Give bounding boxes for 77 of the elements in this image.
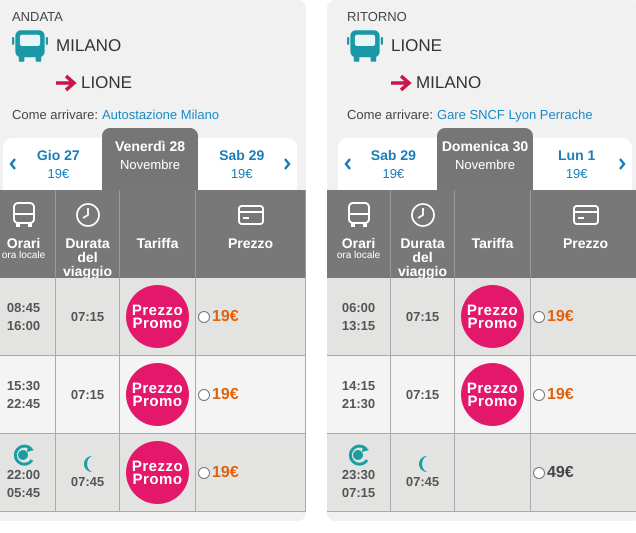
price-radio[interactable] xyxy=(533,388,545,400)
bus-icon xyxy=(12,28,48,64)
column-label: Orari xyxy=(342,236,376,250)
duration: 07:15 xyxy=(70,308,104,326)
promo-badge: Prezzo Promo xyxy=(461,363,524,426)
price-radio[interactable] xyxy=(198,310,210,322)
price: 19€ xyxy=(547,308,574,326)
promo-badge: Prezzo Promo xyxy=(461,285,524,348)
date-tab[interactable]: Venerdì 28 Novembre xyxy=(102,128,198,190)
directions-label: Come arrivare: xyxy=(347,107,433,122)
chevron-left-icon xyxy=(344,158,352,170)
column-label: Orari xyxy=(6,236,40,250)
price-radio[interactable] xyxy=(533,466,545,478)
arrival-time: 22:45 xyxy=(6,394,40,412)
duration: 07:15 xyxy=(406,308,440,326)
column-label: Durata del viaggio xyxy=(396,236,448,278)
arrow-icon xyxy=(390,74,412,92)
promo-badge: Prezzo Promo xyxy=(126,363,189,426)
direction-label: ANDATA xyxy=(12,9,64,24)
duration: 07:15 xyxy=(70,386,104,404)
arrival-time: 13:15 xyxy=(342,316,376,334)
arrival-time: 07:15 xyxy=(342,484,376,502)
date-tab[interactable]: Sab 29 19€ xyxy=(206,138,277,190)
column-label: Tariffa xyxy=(472,236,514,250)
departure-time: 08:45 xyxy=(6,298,40,316)
card-icon xyxy=(238,205,264,225)
destination-city: MILANO xyxy=(416,73,482,93)
departure-time: 06:00 xyxy=(342,298,376,316)
column-sublabel: ora locale xyxy=(336,250,380,261)
date-tab[interactable]: Lun 1 19€ xyxy=(541,138,612,190)
clock-icon xyxy=(74,202,100,228)
chevron-right-icon xyxy=(618,158,626,170)
origin-city: LIONE xyxy=(391,36,442,56)
price: 19€ xyxy=(547,386,574,404)
date-tab[interactable]: Sab 29 19€ xyxy=(358,138,429,190)
date-tab[interactable]: Domenica 30 Novembre xyxy=(436,128,534,190)
destination-city: LIONE xyxy=(81,73,132,93)
price-radio[interactable] xyxy=(533,310,545,322)
column-sublabel: ora locale xyxy=(2,250,46,261)
directions-link[interactable]: Gare SNCF Lyon Perrache xyxy=(436,107,593,122)
arrow-icon xyxy=(55,74,77,92)
directions-link[interactable]: Autostazione Milano xyxy=(102,107,220,122)
moon-icon xyxy=(416,454,428,472)
duration: 07:15 xyxy=(406,386,440,404)
bus-icon xyxy=(12,202,36,228)
bus-icon xyxy=(346,202,370,228)
directions-label: Come arrivare: xyxy=(12,107,98,122)
departure-time: 23:30 xyxy=(342,466,376,484)
column-label: Durata del viaggio xyxy=(62,236,113,278)
column-label: Tariffa xyxy=(136,236,178,250)
price: 19€ xyxy=(212,386,239,404)
arrival-time: 16:00 xyxy=(6,316,40,334)
origin-city: MILANO xyxy=(56,36,122,56)
direction-label: RITORNO xyxy=(347,9,408,24)
date-tab[interactable]: Gio 27 19€ xyxy=(23,138,94,190)
column-label: Prezzo xyxy=(562,236,608,250)
price-radio[interactable] xyxy=(198,388,210,400)
price: 19€ xyxy=(212,464,239,482)
bus-icon xyxy=(347,28,383,64)
duration: 07:45 xyxy=(70,472,104,490)
price: 19€ xyxy=(212,308,239,326)
price: 49€ xyxy=(547,464,574,482)
moon-icon xyxy=(82,454,94,472)
duration: 07:45 xyxy=(406,472,440,490)
column-label: Prezzo xyxy=(228,236,274,250)
chevron-right-icon xyxy=(283,158,291,170)
departure-time: 22:00 xyxy=(6,466,40,484)
promo-badge: Prezzo Promo xyxy=(126,441,189,504)
card-icon xyxy=(572,205,598,225)
arrival-time: 21:30 xyxy=(342,394,376,412)
departure-time: 15:30 xyxy=(6,376,40,394)
chevron-left-icon xyxy=(9,158,17,170)
promo-badge: Prezzo Promo xyxy=(126,285,189,348)
price-radio[interactable] xyxy=(198,466,210,478)
clock-icon xyxy=(410,202,436,228)
arrival-time: 05:45 xyxy=(6,484,40,502)
departure-time: 14:15 xyxy=(342,376,376,394)
